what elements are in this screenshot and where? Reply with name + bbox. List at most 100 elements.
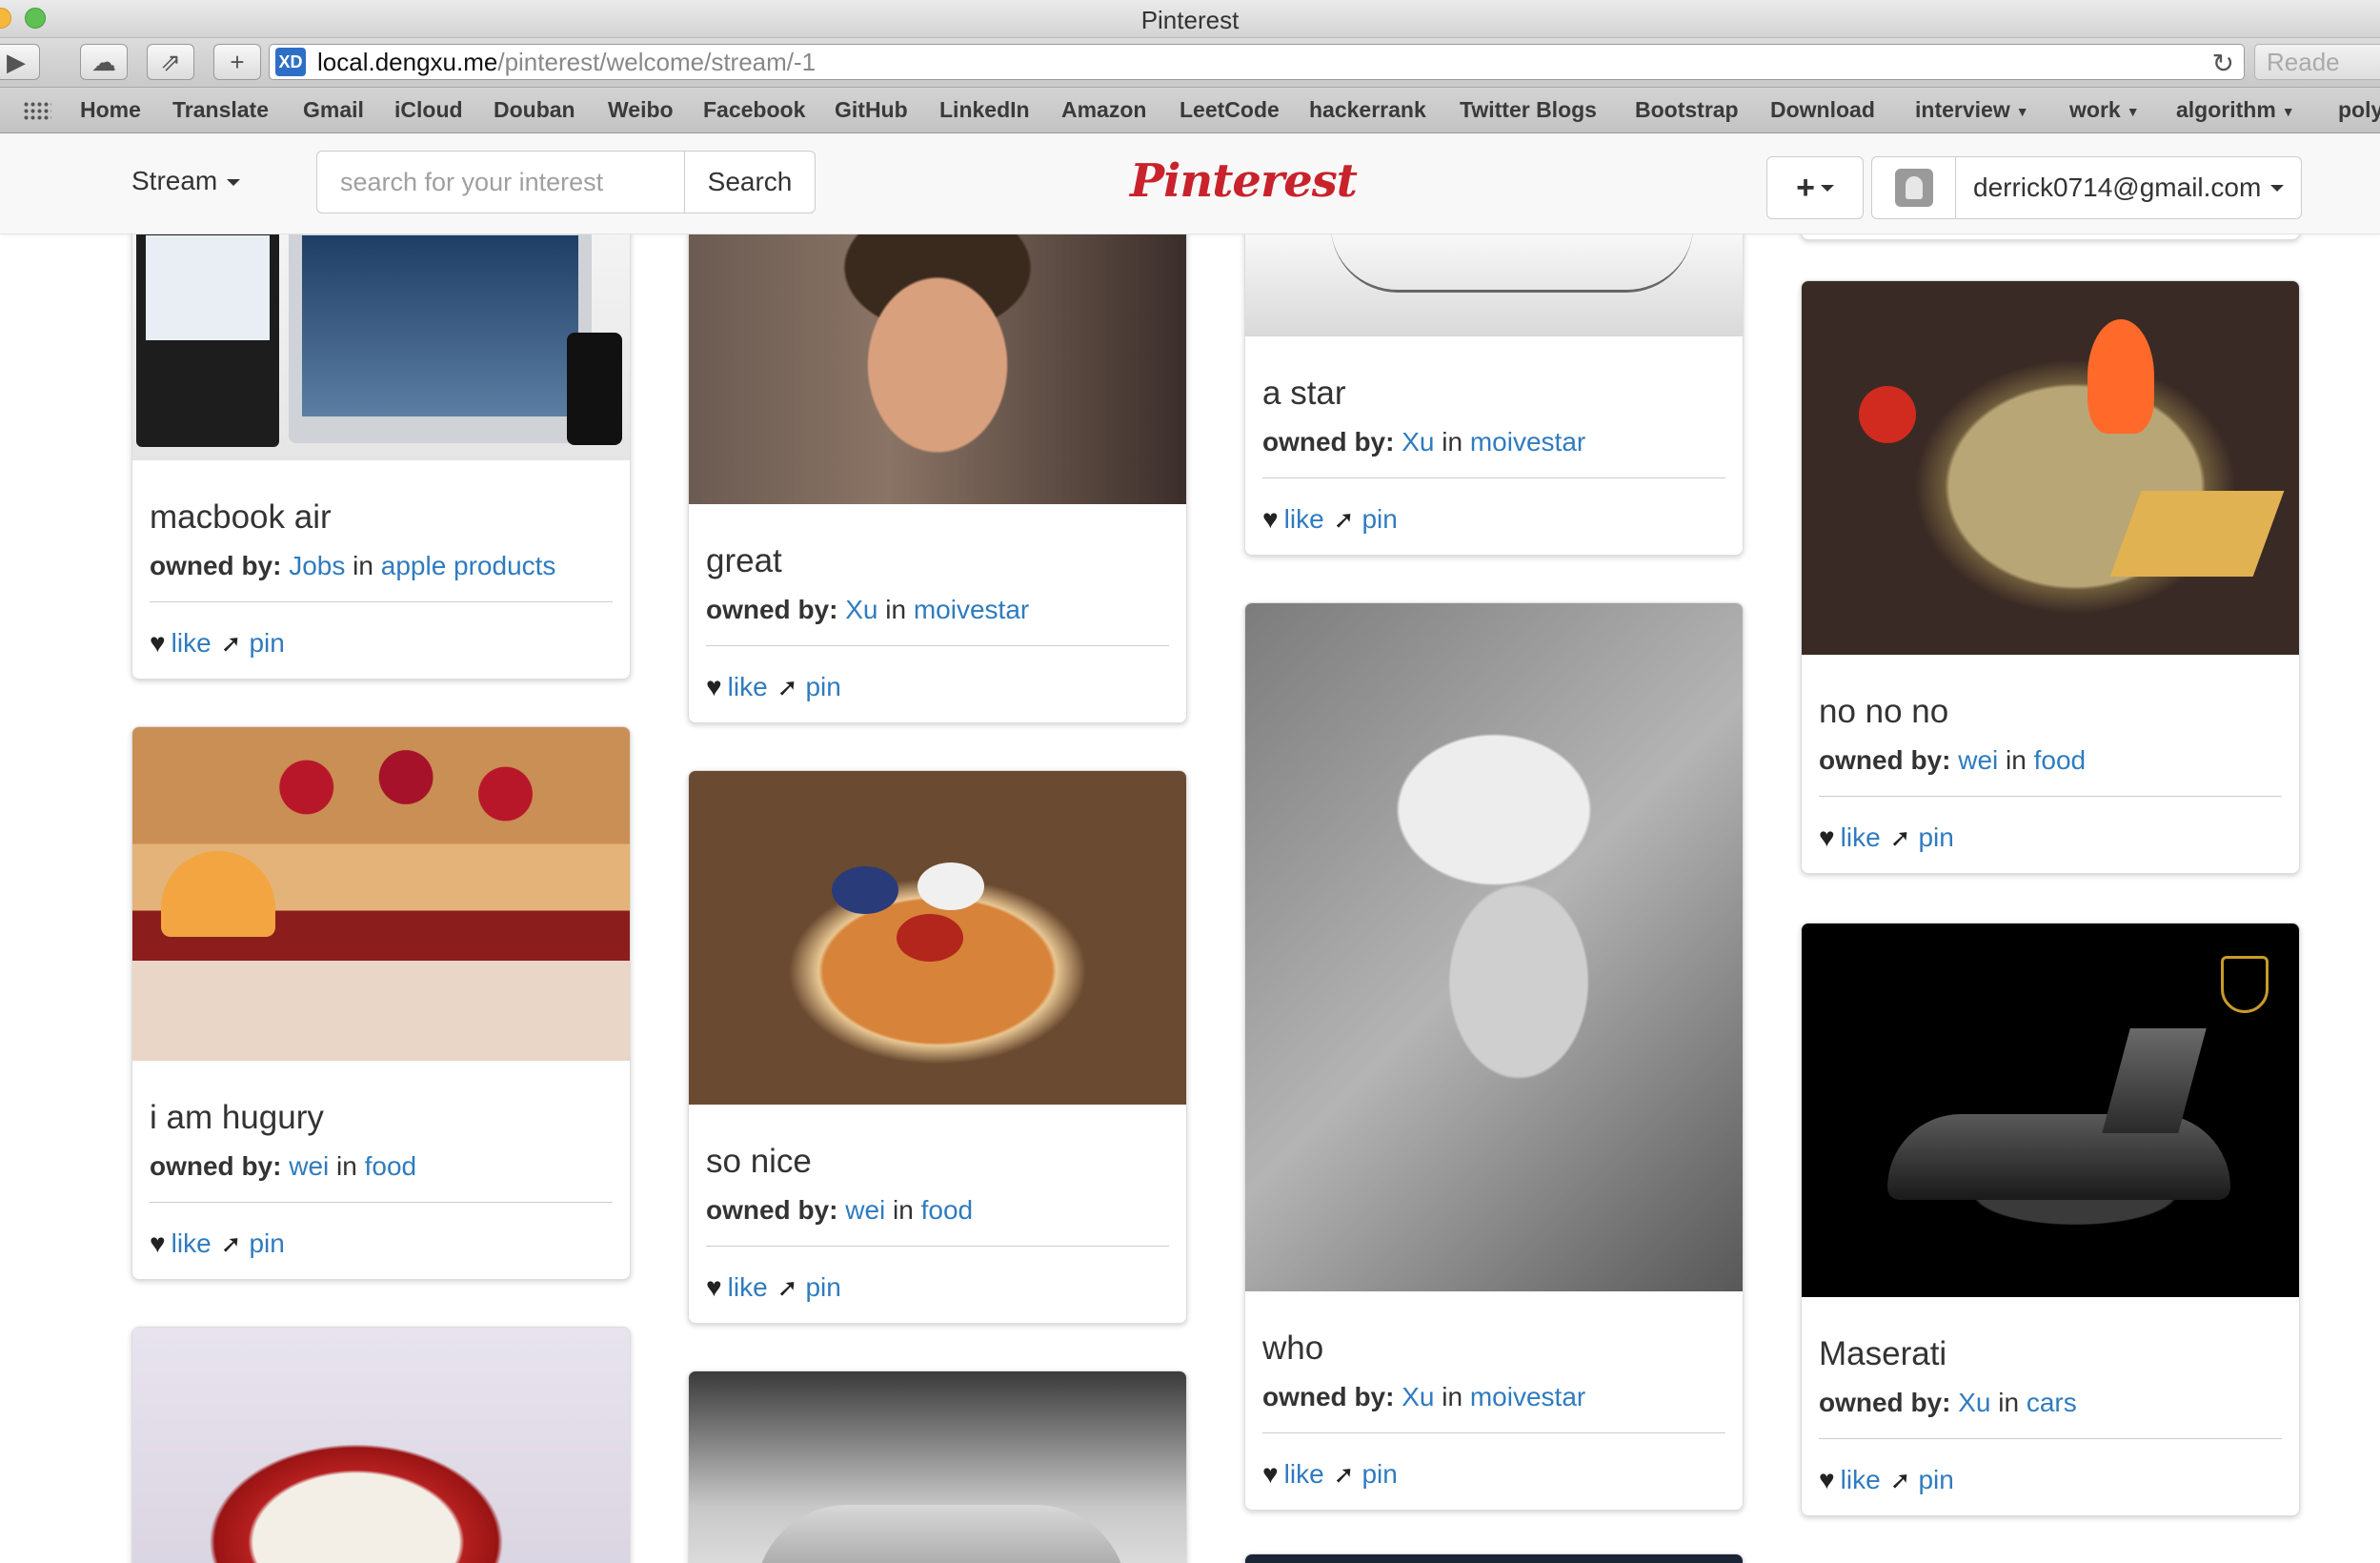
board-link[interactable]: food <box>2034 745 2087 775</box>
owner-link[interactable]: wei <box>289 1151 329 1181</box>
pinterest-logo[interactable]: Pinterest <box>1130 154 1358 208</box>
bookmark-github[interactable]: GitHub <box>835 97 908 123</box>
owner-link[interactable]: Xu <box>845 595 877 624</box>
board-link[interactable]: moivestar <box>1470 1382 1585 1411</box>
pin-owner-line: owned by: Xu in moivestar <box>1262 426 1725 478</box>
add-pin-dropdown[interactable]: + <box>1766 156 1864 219</box>
bookmark-hackerrank[interactable]: hackerrank <box>1309 97 1426 123</box>
board-link[interactable]: food <box>921 1195 974 1225</box>
owner-link[interactable]: Jobs <box>289 551 345 580</box>
owned-by-label: owned by: <box>706 595 838 624</box>
bookmark-folder-algorithm[interactable]: algorithm ▼ <box>2176 97 2295 123</box>
user-email-dropdown[interactable]: derrick0714@gmail.com <box>1956 157 2301 218</box>
pin-card[interactable]: so nice owned by: wei in food ♥ like ➚ pin <box>688 770 1187 1324</box>
new-tab-button[interactable]: + <box>213 44 261 80</box>
like-link[interactable]: like <box>728 1272 768 1302</box>
bookmark-folder-label: work <box>2069 97 2121 122</box>
bookmark-poly[interactable]: poly <box>2338 97 2380 123</box>
bookmark-amazon[interactable]: Amazon <box>1061 97 1146 123</box>
pin-link[interactable]: pin <box>1361 504 1397 534</box>
pin-card[interactable] <box>1801 234 2300 240</box>
board-link[interactable]: moivestar <box>1470 427 1585 457</box>
forward-button[interactable]: ▶ <box>0 44 40 80</box>
pin-owner-line: owned by: Xu in moivestar <box>1262 1381 1725 1433</box>
pin-card[interactable]: great owned by: Xu in moivestar ♥ like ➚ pi… <box>688 234 1187 723</box>
board-link[interactable]: cars <box>2027 1388 2077 1417</box>
like-link[interactable]: like <box>171 1228 212 1258</box>
caret-down-icon <box>227 179 241 187</box>
stream-dropdown[interactable]: Stream <box>131 166 241 196</box>
bookmark-facebook[interactable]: Facebook <box>703 97 805 123</box>
bookmark-folder-interview[interactable]: interview ▼ <box>1915 97 2029 123</box>
owner-link[interactable]: wei <box>1958 745 1998 775</box>
search-button[interactable]: Search <box>684 151 816 213</box>
pin-card[interactable] <box>1244 1553 1744 1563</box>
pin-image[interactable] <box>689 1371 1186 1563</box>
bookmark-icloud[interactable]: iCloud <box>394 97 463 123</box>
pin-card[interactable]: a star owned by: Xu in moivestar ♥ like ➚ p… <box>1244 234 1744 556</box>
stream-label: Stream <box>131 166 218 195</box>
top-sites-grid-icon[interactable] <box>23 101 51 120</box>
like-link[interactable]: like <box>1284 504 1324 534</box>
pin-card[interactable] <box>688 1370 1187 1563</box>
reader-button[interactable]: Reade <box>2254 44 2380 80</box>
pin-link[interactable]: pin <box>1918 822 1953 852</box>
like-link[interactable]: like <box>171 628 212 658</box>
pin-link[interactable]: pin <box>805 1272 840 1302</box>
pin-link[interactable]: pin <box>1361 1459 1397 1489</box>
pin-image[interactable] <box>132 727 630 1061</box>
address-bar[interactable]: XD local.dengxu.me/pinterest/welcome/str… <box>269 44 2245 80</box>
pin-card[interactable]: macbook air owned by: Jobs in apple prod… <box>131 234 631 680</box>
pin-link[interactable]: pin <box>1918 1465 1953 1494</box>
bookmark-leetcode[interactable]: LeetCode <box>1180 97 1280 123</box>
bookmark-bootstrap[interactable]: Bootstrap <box>1635 97 1739 123</box>
pin-image[interactable] <box>132 234 630 460</box>
owner-link[interactable]: wei <box>845 1195 885 1225</box>
user-menu[interactable]: derrick0714@gmail.com <box>1871 156 2302 219</box>
pin-card[interactable]: who owned by: Xu in moivestar ♥ like ➚ pin <box>1244 602 1744 1511</box>
pin-link[interactable]: pin <box>249 628 284 658</box>
bookmark-douban[interactable]: Douban <box>494 97 575 123</box>
pin-title: Maserati <box>1819 1335 1947 1372</box>
in-label: in <box>893 1195 914 1225</box>
like-link[interactable]: like <box>1284 1459 1324 1489</box>
pin-card[interactable]: Maserati owned by: Xu in cars ♥ like ➚ pin <box>1801 923 2300 1516</box>
bookmark-translate[interactable]: Translate <box>172 97 269 123</box>
icloud-tabs-button[interactable]: ☁ <box>80 44 128 80</box>
bookmark-folder-work[interactable]: work ▼ <box>2069 97 2140 123</box>
bookmark-home[interactable]: Home <box>80 97 141 123</box>
board-link[interactable]: apple products <box>381 551 556 580</box>
bookmark-gmail[interactable]: Gmail <box>303 97 364 123</box>
pin-title: who <box>1262 1330 1324 1367</box>
pin-image[interactable] <box>1802 281 2299 655</box>
bookmark-download[interactable]: Download <box>1770 97 1875 123</box>
bookmark-linkedin[interactable]: LinkedIn <box>939 97 1030 123</box>
pin-image[interactable] <box>1802 924 2299 1297</box>
pin-link[interactable]: pin <box>249 1228 284 1258</box>
pin-card[interactable] <box>131 1327 631 1563</box>
pin-image[interactable] <box>689 771 1186 1105</box>
bookmark-weibo[interactable]: Weibo <box>608 97 674 123</box>
board-link[interactable]: food <box>365 1151 417 1181</box>
search-input[interactable] <box>316 151 684 213</box>
bookmark-twitter-blogs[interactable]: Twitter Blogs <box>1460 97 1597 123</box>
pin-image[interactable] <box>689 234 1186 504</box>
pin-link[interactable]: pin <box>805 672 840 701</box>
pin-card[interactable]: i am hugury owned by: wei in food ♥ like ➚… <box>131 726 631 1280</box>
board-link[interactable]: moivestar <box>914 595 1029 624</box>
avatar[interactable] <box>1872 157 1956 218</box>
like-link[interactable]: like <box>1841 822 1881 852</box>
pin-image[interactable] <box>1245 1554 1743 1563</box>
pin-card[interactable]: no no no owned by: wei in food ♥ like ➚ pin <box>1801 280 2300 874</box>
like-link[interactable]: like <box>1841 1465 1881 1494</box>
pin-image[interactable] <box>132 1328 630 1563</box>
like-link[interactable]: like <box>728 672 768 701</box>
heart-icon: ♥ <box>1819 1465 1835 1494</box>
owner-link[interactable]: Xu <box>1402 1382 1434 1411</box>
pin-image[interactable] <box>1245 234 1743 336</box>
pin-image[interactable] <box>1245 603 1743 1291</box>
owner-link[interactable]: Xu <box>1402 427 1434 457</box>
share-button[interactable]: ⇗ <box>147 44 194 80</box>
reload-icon[interactable]: ↻ <box>2212 48 2234 79</box>
owner-link[interactable]: Xu <box>1958 1388 1990 1417</box>
